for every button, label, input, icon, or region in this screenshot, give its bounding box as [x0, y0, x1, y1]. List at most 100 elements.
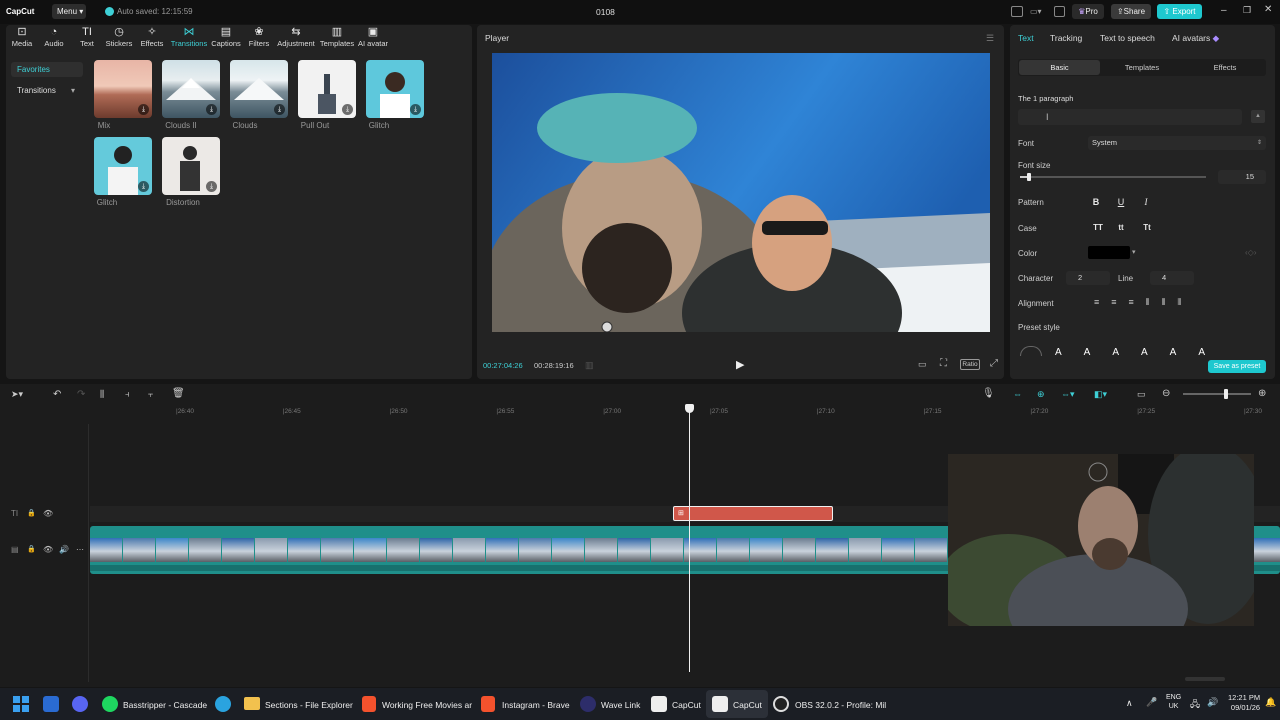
volume-icon[interactable]: 🔊 [1207, 697, 1218, 708]
character-spacing-input[interactable]: 2 [1066, 271, 1110, 285]
tool-effects[interactable]: ✧ Effects [133, 26, 171, 50]
alignment-buttons[interactable]: ≡≡≡⫴⫴⫴ [1094, 297, 1193, 308]
taskbar-item-spotify[interactable]: Basstripper - Cascade [123, 697, 207, 713]
minimize-icon[interactable]: – [1221, 5, 1227, 16]
zoom-slider[interactable] [1183, 393, 1251, 395]
transition-thumb-mix[interactable]: ⤓ [94, 60, 152, 118]
delete-icon[interactable]: 🗑 [172, 388, 185, 399]
menu-button[interactable]: Menu ▾ [52, 4, 86, 19]
sidebar-item-favorites[interactable]: Favorites [11, 62, 83, 77]
split-right-icon[interactable]: ⫟ [148, 389, 153, 400]
video-preview[interactable] [492, 53, 990, 332]
split-left-icon[interactable]: ⫞ [125, 389, 130, 400]
snap-icon[interactable]: ⇔▾ [1061, 389, 1075, 400]
download-icon[interactable]: ⤓ [410, 104, 421, 115]
split-icon[interactable]: ⫼ [100, 389, 104, 400]
zoom-out-icon[interactable]: ⊖ [1162, 388, 1170, 399]
tool-transitions[interactable]: ⋈ Transitions [170, 26, 208, 50]
zoom-slider-handle[interactable] [1223, 389, 1228, 399]
download-icon[interactable]: ⤓ [138, 104, 149, 115]
transition-thumb-clouds[interactable]: ⤓ [230, 60, 288, 118]
audio-mute-icon[interactable]: 🔊 [59, 545, 69, 554]
transition-thumb-glitch[interactable]: ⤓ [366, 60, 424, 118]
outlook-icon[interactable] [43, 696, 59, 712]
transition-thumb-distortion[interactable]: ⤓ [162, 137, 220, 195]
taskbar-item-capcut[interactable]: CapCut [672, 697, 701, 713]
zoom-in-icon[interactable]: ⊕ [1258, 388, 1266, 399]
font-size-slider-handle[interactable] [1027, 173, 1032, 181]
taskbar-item-explorer[interactable]: Sections - File Explorer [265, 697, 353, 713]
tab-tracking[interactable]: Tracking [1050, 33, 1082, 43]
taskbar-item-capcut-2[interactable]: CapCut [733, 697, 762, 713]
tool-ai-avatar[interactable]: ▣ AI avatar [354, 26, 392, 50]
expand-icon[interactable]: ⤢ [990, 358, 998, 369]
close-icon[interactable]: ✕ [1264, 4, 1272, 15]
taskbar-item-instagram[interactable]: Instagram - Brave [502, 697, 570, 713]
font-size-slider[interactable] [1020, 176, 1206, 178]
save-preset-button[interactable]: Save as preset [1208, 360, 1266, 373]
download-icon[interactable]: ⤓ [206, 181, 217, 192]
brave-icon-2[interactable] [481, 696, 495, 712]
preview-axis-icon[interactable]: ◧▾ [1094, 389, 1107, 400]
player-menu-icon[interactable]: ☰ [986, 33, 994, 44]
microphone-icon[interactable]: 🎙 [982, 388, 995, 399]
play-icon[interactable]: ▶ [736, 358, 744, 371]
ratio-button[interactable]: Ratio [960, 359, 980, 370]
collapse-icon[interactable]: ▲ [1251, 110, 1265, 123]
layout-icon[interactable] [1011, 6, 1023, 17]
magnet-icon[interactable]: ⊕ [1037, 389, 1045, 400]
layout-toggle-icon[interactable]: ▭▾ [1030, 7, 1042, 16]
font-select[interactable]: System ⇕ [1088, 136, 1266, 150]
taskbar-item-obs[interactable]: OBS 32.0.2 - Profile: Mil [795, 697, 886, 713]
subtab-effects[interactable]: Effects [1185, 60, 1265, 75]
download-icon[interactable]: ⤓ [274, 104, 285, 115]
lowercase-button[interactable]: tt [1113, 223, 1129, 232]
more-icon[interactable]: ⋯ [76, 545, 84, 554]
export-button[interactable]: ⇧ Export [1157, 4, 1202, 19]
notification-icon[interactable]: 🔔 [1265, 697, 1276, 708]
link-icon[interactable]: ⇔ [1013, 389, 1022, 399]
capcut-icon[interactable] [651, 696, 667, 712]
select-tool-icon[interactable]: ➤▾ [11, 389, 23, 400]
taskbar-item-brave-movies[interactable]: Working Free Movies ar [382, 697, 472, 713]
subtab-templates[interactable]: Templates [1102, 60, 1182, 75]
timeline-scrollbar[interactable] [1185, 677, 1225, 681]
caption-icon[interactable]: ▭ [1137, 389, 1146, 400]
network-icon[interactable]: 🖧 [1190, 697, 1200, 713]
clock[interactable]: 12:21 PM 09/01/26 [1228, 693, 1260, 713]
tool-templates[interactable]: ▥ Templates [318, 26, 356, 50]
transition-thumb-glitch-2[interactable]: ⤓ [94, 137, 152, 195]
tray-chevron-icon[interactable]: ∧ [1126, 698, 1133, 709]
line-spacing-input[interactable]: 4 [1150, 271, 1194, 285]
sidebar-item-transitions[interactable]: Transitions ▾ [11, 83, 83, 98]
shortcuts-icon[interactable] [1054, 6, 1065, 17]
download-icon[interactable]: ⤓ [206, 104, 217, 115]
windows-start-icon[interactable] [13, 696, 29, 712]
undo-icon[interactable]: ↶ [53, 389, 61, 400]
text-input[interactable] [1018, 109, 1242, 125]
tool-filters[interactable]: ❀ Filters [240, 26, 278, 50]
uppercase-button[interactable]: TT [1090, 223, 1106, 232]
text-clip[interactable]: ⊞ [673, 506, 833, 521]
preset-styles[interactable]: AAAAAA [1055, 347, 1227, 358]
playhead[interactable] [689, 404, 690, 672]
italic-button[interactable]: I [1138, 197, 1154, 207]
tab-text-to-speech[interactable]: Text to speech [1100, 33, 1155, 43]
transition-thumb-pull-out[interactable]: ⤓ [298, 60, 356, 118]
download-icon[interactable]: ⤓ [138, 181, 149, 192]
screenshot-icon[interactable]: ⛶ [940, 358, 947, 369]
color-swatch[interactable] [1088, 246, 1130, 259]
share-button[interactable]: ⇪Share [1111, 4, 1151, 19]
bold-button[interactable]: B [1088, 197, 1104, 207]
mic-tray-icon[interactable]: 🎤 [1146, 697, 1157, 708]
lock-icon-2[interactable]: 🔒 [27, 545, 36, 553]
playhead-handle[interactable] [685, 404, 694, 413]
fullscreen-preview-icon[interactable]: ▭ [918, 359, 927, 370]
tab-text[interactable]: Text [1018, 33, 1034, 43]
keyframe-icon[interactable]: ‹◇› [1245, 248, 1256, 257]
maximize-icon[interactable]: ❐ [1243, 5, 1251, 16]
spotify-icon[interactable] [102, 696, 118, 712]
language-indicator[interactable]: ENG UK [1166, 693, 1181, 711]
transition-thumb-clouds-ii[interactable]: ⤓ [162, 60, 220, 118]
font-size-input[interactable]: 15 [1218, 170, 1266, 184]
